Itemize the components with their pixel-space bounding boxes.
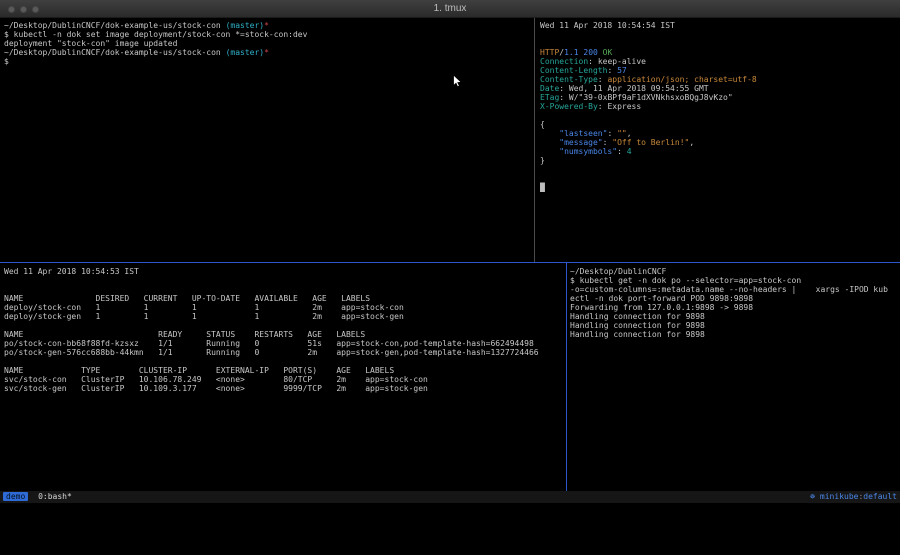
terminal-line: Handling connection for 9898: [570, 312, 899, 321]
terminal-line: Connection: keep-alive: [540, 57, 898, 66]
terminal-line: [4, 285, 564, 294]
terminal-line: deploy/stock-con 1 1 1 1 2m app=stock-co…: [4, 303, 564, 312]
terminal-line: [540, 39, 898, 48]
terminal-line: Content-Length: 57: [540, 66, 898, 75]
terminal-line: po/stock-con-bb68f88fd-kzsxz 1/1 Running…: [4, 339, 564, 348]
pane-kubectl-resources[interactable]: Wed 11 Apr 2018 10:54:53 IST NAME DESIRE…: [4, 267, 564, 491]
terminal-line: ectl -n dok port-forward POD 9898:9898: [570, 294, 899, 303]
pane-port-forward[interactable]: ~/Desktop/DublinCNCF$ kubectl get -n dok…: [570, 267, 899, 491]
mouse-cursor: [452, 74, 463, 89]
kube-namespace-label: default: [863, 492, 897, 501]
kube-context-label: minikube: [820, 492, 859, 501]
terminal-line: "numsymbols": 4: [540, 147, 898, 156]
terminal-line: Forwarding from 127.0.0.1:9898 -> 9898: [570, 303, 899, 312]
status-left: demo 0:bash*: [3, 491, 72, 503]
terminal-line: NAME TYPE CLUSTER-IP EXTERNAL-IP PORT(S)…: [4, 366, 564, 375]
terminal-line: Content-Type: application/json; charset=…: [540, 75, 898, 84]
terminal-line: [540, 165, 898, 174]
terminal-line: deploy/stock-gen 1 1 1 1 2m app=stock-ge…: [4, 312, 564, 321]
terminal-line: [540, 111, 898, 120]
terminal-line: [4, 357, 564, 366]
terminal-line: svc/stock-gen ClusterIP 10.109.3.177 <no…: [4, 384, 564, 393]
terminal-line: -o=custom-columns=:metadata.name --no-he…: [570, 285, 899, 294]
terminal-line: }: [540, 156, 898, 165]
terminal-line: NAME READY STATUS RESTARTS AGE LABELS: [4, 330, 564, 339]
window-titlebar[interactable]: 1. tmux: [0, 0, 900, 18]
terminal-line: {: [540, 120, 898, 129]
tmux-window-label[interactable]: 0:bash*: [38, 492, 72, 501]
terminal-line: $ kubectl -n dok set image deployment/st…: [4, 30, 532, 39]
terminal-line: ETag: W/"39-0xBPf9aF1dXVNkhsxoBQgJ8vKzo": [540, 93, 898, 102]
terminal-line: X-Powered-By: Express: [540, 102, 898, 111]
terminal-line: ~/Desktop/DublinCNCF: [570, 267, 899, 276]
terminal-line: Wed 11 Apr 2018 10:54:53 IST: [4, 267, 564, 276]
terminal-line: ~/Desktop/DublinCNCF/dok-example-us/stoc…: [4, 48, 532, 57]
pane-border-vertical-bottom[interactable]: [566, 263, 567, 491]
terminal-line: [540, 30, 898, 39]
terminal-line: NAME DESIRED CURRENT UP-TO-DATE AVAILABL…: [4, 294, 564, 303]
tmux-status-bar: demo 0:bash* ☸ minikube:default: [0, 491, 900, 503]
terminal-line: ~/Desktop/DublinCNCF/dok-example-us/stoc…: [4, 21, 532, 30]
terminal-line: "lastseen": "",: [540, 129, 898, 138]
terminal-window: 1. tmux ~/Desktop/DublinCNCF/dok-example…: [0, 0, 900, 503]
terminal-line: $ kubectl get -n dok po --selector=app=s…: [570, 276, 899, 285]
tmux-session: ~/Desktop/DublinCNCF/dok-example-us/stoc…: [0, 18, 900, 491]
window-title: 1. tmux: [0, 3, 900, 14]
pane-http-response[interactable]: Wed 11 Apr 2018 10:54:54 IST HTTP/1.1 20…: [540, 21, 898, 262]
kubernetes-icon: ☸: [810, 492, 815, 501]
terminal-line: Date: Wed, 11 Apr 2018 09:54:55 GMT: [540, 84, 898, 93]
kube-status: ☸ minikube:default: [810, 491, 897, 503]
pane-shell-kubectl-set-image[interactable]: ~/Desktop/DublinCNCF/dok-example-us/stoc…: [4, 21, 532, 262]
terminal-line: [540, 174, 898, 183]
terminal-line: $: [4, 57, 532, 66]
pane-border-horizontal[interactable]: [0, 262, 900, 263]
terminal-line: deployment "stock-con" image updated: [4, 39, 532, 48]
terminal-line: HTTP/1.1 200 OK: [540, 48, 898, 57]
terminal-line: Handling connection for 9898: [570, 330, 899, 339]
terminal-line: [4, 321, 564, 330]
terminal-line: svc/stock-con ClusterIP 10.106.78.249 <n…: [4, 375, 564, 384]
terminal-line: po/stock-gen-576cc688bb-44kmn 1/1 Runnin…: [4, 348, 564, 357]
terminal-line: █: [540, 183, 898, 192]
terminal-line: Wed 11 Apr 2018 10:54:54 IST: [540, 21, 898, 30]
pane-border-vertical-top[interactable]: [534, 18, 535, 262]
tmux-session-name[interactable]: demo: [3, 492, 28, 501]
terminal-line: [4, 276, 564, 285]
terminal-line: "message": "Off to Berlin!",: [540, 138, 898, 147]
terminal-line: Handling connection for 9898: [570, 321, 899, 330]
